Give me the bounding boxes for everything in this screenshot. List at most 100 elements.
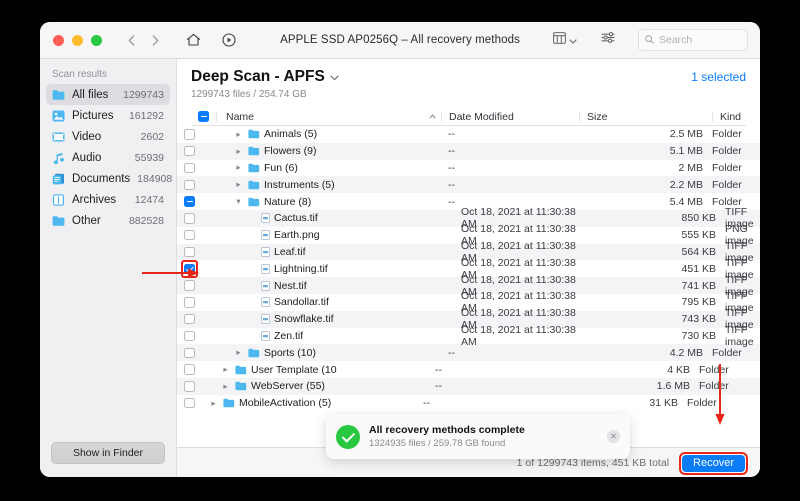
row-size: 850 KB xyxy=(681,212,716,225)
row-checkbox[interactable] xyxy=(177,162,202,174)
row-file-name: Nature (8) xyxy=(264,195,312,208)
row-name-cell: Zen.tif xyxy=(202,330,461,342)
video-icon xyxy=(52,130,65,143)
row-file-name: Earth.png xyxy=(274,229,320,242)
row-size: 730 KB xyxy=(681,329,716,342)
column-header-name-label: Name xyxy=(226,110,255,123)
row-checkbox[interactable] xyxy=(177,330,202,342)
row-file-name: Lightning.tif xyxy=(274,262,328,275)
page-title[interactable]: Deep Scan - APFS xyxy=(191,68,339,86)
checkbox-unchecked-icon xyxy=(184,179,195,191)
checkbox-unchecked-icon xyxy=(184,347,195,358)
toast-subtitle: 1324935 files / 259.78 GB found xyxy=(369,438,506,449)
row-checkbox[interactable] xyxy=(177,260,202,278)
row-checkbox[interactable] xyxy=(177,129,202,140)
checkbox-unchecked-icon xyxy=(184,246,195,258)
show-in-finder-button[interactable]: Show in Finder xyxy=(51,442,165,464)
chevron-right-icon[interactable]: ▸ xyxy=(208,398,219,409)
sidebar-footer: Show in Finder xyxy=(40,442,176,477)
row-checkbox[interactable] xyxy=(177,145,202,157)
table-row[interactable]: ▸ Animals (5) -- 2.5 MB Folder xyxy=(177,126,760,143)
chevron-down-icon[interactable] xyxy=(330,68,339,86)
sliders-icon[interactable] xyxy=(597,31,620,49)
row-size: 743 KB xyxy=(681,313,716,326)
close-window-button[interactable] xyxy=(53,34,64,46)
minimize-window-button[interactable] xyxy=(72,34,83,46)
view-table-button[interactable] xyxy=(549,31,581,49)
row-date-modified: -- xyxy=(435,380,442,393)
table-row[interactable]: ▸ Sports (10) -- 4.2 MB Folder xyxy=(177,344,760,362)
sidebar-item-pictures[interactable]: Pictures 161292 xyxy=(46,105,170,126)
chevron-right-icon[interactable]: ▸ xyxy=(233,347,244,358)
table-row[interactable]: ▸ Flowers (9) -- 5.1 MB Folder xyxy=(177,142,760,160)
row-checkbox[interactable] xyxy=(177,213,202,224)
row-date-modified: -- xyxy=(448,346,455,359)
chevron-right-icon[interactable]: ▸ xyxy=(233,129,244,140)
row-name-cell: ▸ MobileActivation (5) xyxy=(202,397,423,409)
checkbox-unchecked-icon xyxy=(184,330,195,342)
column-header-name[interactable]: Name xyxy=(216,110,441,123)
checkbox-unchecked-icon xyxy=(184,313,195,325)
row-checkbox[interactable] xyxy=(177,179,202,191)
sidebar-item-label: Other xyxy=(72,214,101,227)
chevron-right-icon[interactable]: ▸ xyxy=(233,146,244,157)
row-name-cell: ▸ Fun (6) xyxy=(202,162,448,174)
back-chevron-icon[interactable] xyxy=(120,29,142,51)
column-header-date[interactable]: Date Modified xyxy=(441,111,579,123)
zoom-window-button[interactable] xyxy=(91,34,102,46)
chevron-down-icon[interactable]: ▾ xyxy=(233,196,244,207)
sidebar-item-count: 55939 xyxy=(134,151,164,164)
row-checkbox[interactable] xyxy=(177,297,202,308)
row-size: 5.4 MB xyxy=(669,195,703,208)
chevron-right-icon[interactable]: ▸ xyxy=(220,381,231,392)
home-icon[interactable] xyxy=(182,29,204,51)
row-file-name: WebServer (55) xyxy=(251,380,325,393)
sidebar-item-label: Pictures xyxy=(72,109,114,122)
sidebar-item-archives[interactable]: Archives 12474 xyxy=(46,189,170,210)
search-input[interactable]: Search xyxy=(638,29,748,51)
row-date-modified: -- xyxy=(448,178,455,191)
recover-button[interactable]: Recover xyxy=(682,454,745,472)
row-file-name: Sports (10) xyxy=(264,346,316,359)
sidebar-item-all-files[interactable]: All files 1299743 xyxy=(46,84,170,105)
row-checkbox[interactable] xyxy=(177,381,202,392)
notification-toast: All recovery methods complete 1324935 fi… xyxy=(326,414,630,459)
row-name-cell: ▸ Animals (5) xyxy=(202,128,448,140)
row-name-cell: Lightning.tif xyxy=(202,263,461,275)
toast-close-icon[interactable]: ✕ xyxy=(607,430,620,443)
row-checkbox[interactable] xyxy=(177,246,202,258)
row-checkbox[interactable] xyxy=(177,397,202,409)
sidebar-item-label: Archives xyxy=(72,193,117,206)
table-row[interactable]: ▸ WebServer (55) -- 1.6 MB Folder xyxy=(177,377,760,395)
table-row[interactable]: Zen.tif Oct 18, 2021 at 11:30:38 AM 730 KB… xyxy=(177,324,760,348)
sidebar-item-documents[interactable]: Documents 184908 xyxy=(46,168,172,189)
row-kind: Folder xyxy=(712,145,742,158)
sidebar-item-other[interactable]: Other 882528 xyxy=(46,210,170,231)
column-header-kind[interactable]: Kind xyxy=(712,111,746,123)
sidebar-item-audio[interactable]: Audio 55939 xyxy=(46,147,170,168)
sidebar-item-video[interactable]: Video 2602 xyxy=(46,126,170,147)
play-circle-icon[interactable] xyxy=(218,29,240,51)
chevron-right-icon[interactable]: ▸ xyxy=(220,364,231,375)
chevron-right-icon[interactable]: ▸ xyxy=(233,162,244,173)
row-checkbox[interactable] xyxy=(177,196,202,207)
row-checkbox[interactable] xyxy=(177,313,202,325)
table-row[interactable]: ▸ Fun (6) -- 2 MB Folder xyxy=(177,160,760,177)
row-checkbox[interactable] xyxy=(177,347,202,358)
file-list[interactable]: ▸ Animals (5) -- 2.5 MB Folder ▸ Flowers (9) --… xyxy=(177,126,760,447)
table-row[interactable]: ▸ User Template (10 -- 4 KB Folder xyxy=(177,361,760,378)
row-name-cell: ▸ Instruments (5) xyxy=(202,179,448,191)
row-size: 741 KB xyxy=(681,279,716,292)
row-checkbox[interactable] xyxy=(177,364,202,375)
row-name-cell: ▾ Nature (8) xyxy=(202,196,448,208)
row-checkbox[interactable] xyxy=(177,229,202,241)
table-row[interactable]: ▸ Instruments (5) -- 2.2 MB Folder xyxy=(177,176,760,194)
column-header-size[interactable]: Size xyxy=(579,111,712,123)
forward-chevron-icon[interactable] xyxy=(144,29,166,51)
sidebar-item-label: All files xyxy=(72,88,109,101)
row-checkbox[interactable] xyxy=(177,280,202,291)
row-file-name: Instruments (5) xyxy=(264,178,335,191)
select-all-checkbox[interactable] xyxy=(191,111,216,122)
chevron-right-icon[interactable]: ▸ xyxy=(233,179,244,190)
table-row[interactable]: ▸ MobileActivation (5) -- 31 KB Folder xyxy=(177,395,760,412)
